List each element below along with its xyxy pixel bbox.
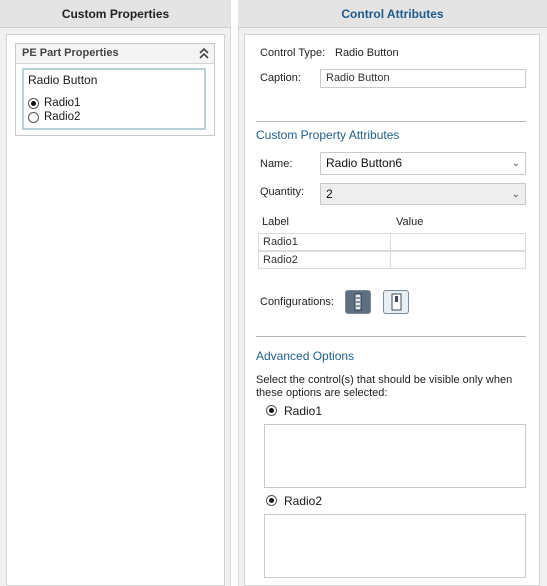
configurations-label: Configurations:	[260, 296, 334, 308]
custom-properties-title: Custom Properties	[0, 0, 231, 28]
advanced-options-title: Advanced Options	[256, 349, 355, 363]
single-configuration-button[interactable]	[383, 290, 409, 314]
radio-unselected-icon[interactable]	[28, 112, 39, 123]
group-header[interactable]: PE Part Properties	[16, 44, 214, 64]
double-chevron-up-icon[interactable]	[198, 46, 210, 60]
single-configuration-icon	[391, 293, 402, 311]
quantity-dropdown[interactable]: 2 ⌄	[320, 183, 526, 205]
radio-group-caption: Radio Button	[28, 73, 98, 87]
caption-field[interactable]: Radio Button	[320, 69, 526, 88]
grid-cell-value[interactable]	[390, 233, 526, 251]
custom-property-attributes-title: Custom Property Attributes	[256, 128, 400, 142]
all-configurations-icon	[354, 293, 362, 311]
grid-cell-label[interactable]: Radio1	[258, 233, 391, 251]
chevron-down-icon: ⌄	[511, 158, 520, 169]
radio2-visibility-options-box[interactable]	[264, 514, 526, 578]
all-configurations-button[interactable]	[345, 290, 371, 314]
chevron-down-icon: ⌄	[511, 189, 520, 200]
group-title: PE Part Properties	[22, 47, 119, 59]
radio-selected-icon[interactable]	[266, 405, 277, 416]
quantity-label: Quantity:	[260, 186, 305, 198]
grid-cell-value[interactable]	[390, 251, 526, 269]
quantity-value: 2	[326, 187, 333, 201]
grid-header-value: Value	[396, 216, 424, 228]
name-value: Radio Button6	[326, 156, 403, 170]
caption-label: Caption:	[260, 72, 301, 84]
section-divider	[256, 336, 526, 337]
grid-cell-label[interactable]: Radio2	[258, 251, 391, 269]
control-type-value: Radio Button	[335, 47, 399, 59]
control-attributes-title: Control Attributes	[238, 0, 547, 28]
name-label: Name:	[260, 158, 293, 170]
advanced-options-description: Select the control(s) that should be vis…	[256, 374, 513, 399]
advanced-option-label: Radio1	[284, 404, 323, 418]
radio1-visibility-options-box[interactable]	[264, 424, 526, 488]
control-type-label: Control Type:	[260, 47, 326, 59]
pe-part-properties-group: PE Part Properties Radio Button Radio1 R…	[15, 43, 215, 136]
advanced-option-radio2[interactable]: Radio2	[266, 494, 386, 509]
advanced-option-label: Radio2	[284, 494, 323, 508]
radio-selected-icon[interactable]	[28, 98, 39, 109]
radio-button-control-preview[interactable]: Radio Button Radio1 Radio2	[22, 68, 206, 130]
grid-header-label: Label	[262, 216, 289, 228]
radio-selected-icon[interactable]	[266, 495, 277, 506]
section-divider	[256, 121, 526, 122]
radio-option-label: Radio2	[44, 111, 81, 123]
radio-option-radio2[interactable]: Radio2	[28, 111, 198, 125]
name-dropdown[interactable]: Radio Button6 ⌄	[320, 152, 526, 175]
radio-option-radio1[interactable]: Radio1	[28, 97, 198, 111]
advanced-option-radio1[interactable]: Radio1	[266, 404, 386, 419]
radio-option-label: Radio1	[44, 97, 81, 109]
